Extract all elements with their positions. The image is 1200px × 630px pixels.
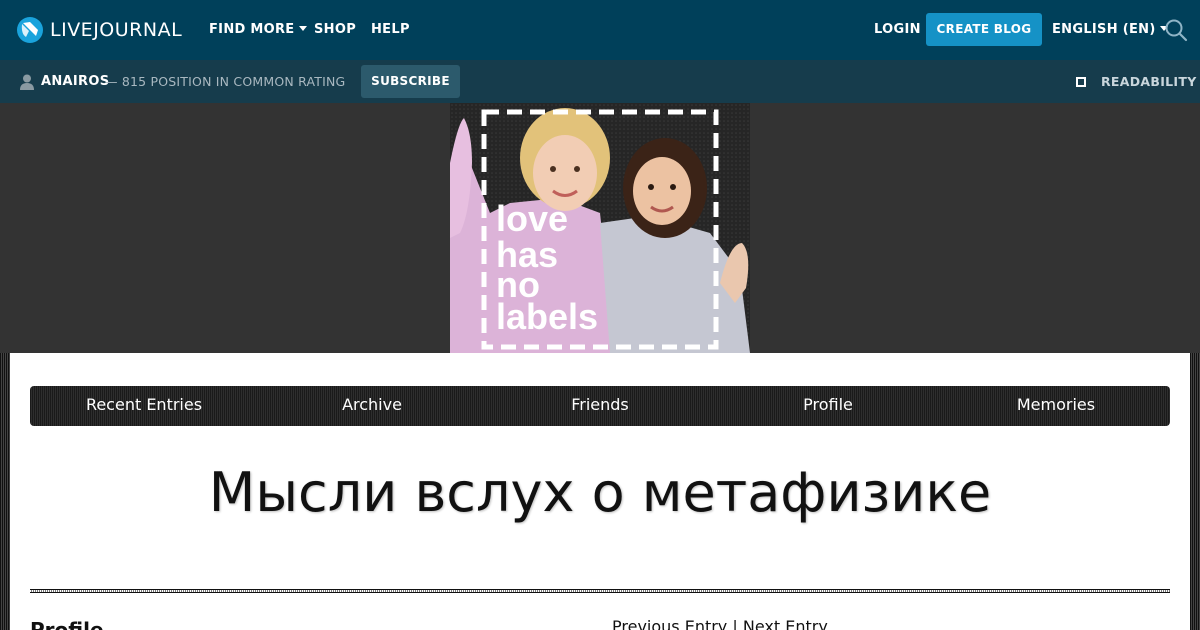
- nav-friends[interactable]: Friends: [486, 386, 714, 426]
- side-border-right: [1190, 353, 1200, 630]
- previous-entry-link[interactable]: Previous Entry: [612, 617, 727, 630]
- find-more-label: FIND MORE: [209, 22, 295, 37]
- search-icon[interactable]: [1164, 18, 1188, 42]
- language-menu[interactable]: ENGLISH (EN): [1052, 22, 1168, 38]
- profile-heading: Profile: [30, 618, 104, 630]
- nav-archive[interactable]: Archive: [258, 386, 486, 426]
- checkbox-icon[interactable]: [1076, 77, 1086, 87]
- entry-nav-separator: |: [732, 617, 738, 630]
- banner-word: love: [496, 198, 568, 239]
- logo-text: LIVEJOURNAL: [50, 19, 183, 41]
- next-entry-link[interactable]: Next Entry: [743, 617, 828, 630]
- readability-toggle[interactable]: READABILITY: [1101, 74, 1197, 90]
- user-icon: [20, 74, 34, 90]
- language-label: ENGLISH (EN): [1052, 22, 1156, 37]
- journal-username[interactable]: ANAIROS: [41, 74, 109, 90]
- section-divider: [30, 589, 1170, 593]
- caret-down-icon: [298, 26, 307, 31]
- nav-recent-entries[interactable]: Recent Entries: [30, 386, 258, 426]
- rating-text: — 815 POSITION IN COMMON RATING: [105, 74, 346, 89]
- nav-profile[interactable]: Profile: [714, 386, 942, 426]
- find-more-menu[interactable]: FIND MORE: [209, 22, 307, 38]
- livejournal-logo[interactable]: LIVEJOURNAL: [16, 14, 182, 46]
- journal-title: Мысли вслух о метафизике: [208, 461, 992, 524]
- login-link[interactable]: LOGIN: [874, 22, 921, 38]
- side-border-left: [0, 353, 10, 630]
- journal-navigation: Recent Entries Archive Friends Profile M…: [30, 386, 1170, 426]
- header-photo: love has no labels: [450, 103, 750, 353]
- create-blog-button[interactable]: CREATE BLOG: [926, 13, 1042, 46]
- subscribe-button[interactable]: SUBSCRIBE: [361, 65, 460, 98]
- nav-memories[interactable]: Memories: [942, 386, 1170, 426]
- shop-link[interactable]: SHOP: [314, 22, 356, 38]
- help-link[interactable]: HELP: [371, 22, 410, 38]
- entry-navigation: Previous Entry | Next Entry: [612, 617, 828, 630]
- banner-word: labels: [496, 296, 598, 337]
- livejournal-logo-icon: [17, 17, 43, 43]
- header-image: love has no labels: [450, 103, 750, 353]
